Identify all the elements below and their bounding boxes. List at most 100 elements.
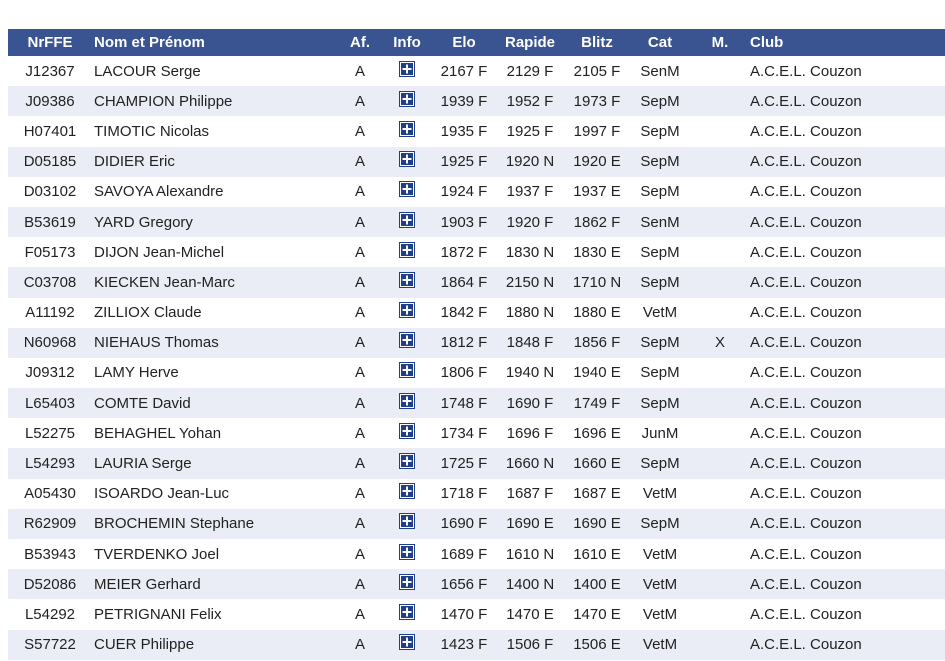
- cell-af: A: [354, 243, 365, 261]
- cell-m: [692, 630, 748, 660]
- header-af[interactable]: Af.: [340, 29, 380, 56]
- plus-square-icon[interactable]: [399, 543, 415, 560]
- plus-square-icon[interactable]: [399, 392, 415, 409]
- header-nom[interactable]: Nom et Prénom: [92, 29, 340, 56]
- cell-elo: 1690 F: [440, 515, 488, 533]
- cell-rapide: 1610 N: [505, 545, 555, 563]
- cell-info: [380, 147, 434, 177]
- cell-nom[interactable]: DIDIER Eric: [92, 147, 340, 177]
- cell-nom[interactable]: MEIER Gerhard: [92, 569, 340, 599]
- cell-af: A: [354, 183, 365, 201]
- cell-nom[interactable]: CHAMPION Philippe: [92, 86, 340, 116]
- cell-nom[interactable]: YARD Gregory: [92, 207, 340, 237]
- cell-info: [380, 479, 434, 509]
- table-row: A05430 ISOARDO Jean-Luc A 1718 F 1687 F 1687 …: [8, 478, 945, 509]
- cell-nom[interactable]: NIEHAUS Thomas: [92, 328, 340, 358]
- plus-square-icon[interactable]: [399, 573, 415, 590]
- cell-af: A: [354, 153, 365, 171]
- cell-nom[interactable]: TVERDENKO Joel: [92, 539, 340, 569]
- plus-square-icon[interactable]: [399, 211, 415, 228]
- cell-af: A: [354, 364, 365, 382]
- cell-m: [692, 509, 748, 539]
- cell-rapide: 2150 N: [505, 273, 555, 291]
- header-club[interactable]: Club: [748, 29, 945, 56]
- plus-square-icon[interactable]: [399, 634, 415, 651]
- cell-m: [692, 86, 748, 116]
- plus-square-icon[interactable]: [399, 120, 415, 137]
- plus-square-icon[interactable]: [399, 271, 415, 288]
- plus-square-icon[interactable]: [399, 90, 415, 107]
- cell-club: A.C.E.L. Couzon: [750, 334, 862, 352]
- cell-nom[interactable]: BROCHEMIN Stephane: [92, 509, 340, 539]
- plus-square-icon[interactable]: [399, 332, 415, 349]
- cell-nom[interactable]: KIECKEN Jean-Marc: [92, 267, 340, 297]
- header-m[interactable]: M.: [692, 29, 748, 56]
- cell-nrffe: D52086: [23, 575, 77, 593]
- cell-info: [380, 116, 434, 146]
- plus-square-icon[interactable]: [399, 151, 415, 168]
- plus-square-icon[interactable]: [399, 302, 415, 319]
- cell-info: [380, 509, 434, 539]
- cell-nom[interactable]: ZILLIOX Claude: [92, 298, 340, 328]
- plus-square-icon[interactable]: [399, 181, 415, 198]
- cell-nom[interactable]: SAVOYA Alexandre: [92, 177, 340, 207]
- cell-nom[interactable]: PETRIGNANI Felix: [92, 599, 340, 629]
- header-elo[interactable]: Elo: [434, 29, 494, 56]
- cell-af: A: [354, 122, 365, 140]
- table-row: F05173 DIJON Jean-Michel A 1872 F 1830 N 1830…: [8, 237, 945, 268]
- header-rapide[interactable]: Rapide: [494, 29, 566, 56]
- cell-rapide: 1925 F: [506, 122, 554, 140]
- cell-nrffe: A11192: [25, 304, 75, 322]
- cell-blitz: 1997 F: [573, 122, 621, 140]
- cell-m: [692, 298, 748, 328]
- plus-square-icon[interactable]: [399, 513, 415, 530]
- plus-square-icon[interactable]: [399, 422, 415, 439]
- plus-square-icon[interactable]: [399, 362, 415, 379]
- cell-club: A.C.E.L. Couzon: [750, 122, 862, 140]
- cell-club: A.C.E.L. Couzon: [750, 62, 862, 80]
- cell-cat: SepM: [640, 455, 680, 473]
- cell-cat: VetM: [642, 636, 678, 654]
- cell-nom[interactable]: DIJON Jean-Michel: [92, 237, 340, 267]
- cell-nom[interactable]: TIMOTIC Nicolas: [92, 116, 340, 146]
- cell-cat: SepM: [640, 153, 680, 171]
- cell-rapide: 1952 F: [506, 92, 554, 110]
- header-nrffe[interactable]: NrFFE: [8, 29, 92, 56]
- plus-square-icon[interactable]: [399, 241, 415, 258]
- cell-nom[interactable]: BEHAGHEL Yohan: [92, 418, 340, 448]
- cell-cat: SenM: [640, 213, 680, 231]
- cell-m: [692, 539, 748, 569]
- cell-info: [380, 237, 434, 267]
- cell-cat: VetM: [642, 304, 678, 322]
- header-cat[interactable]: Cat: [628, 29, 692, 56]
- cell-nom[interactable]: LAURIA Serge: [92, 448, 340, 478]
- cell-nom[interactable]: LAMY Herve: [92, 358, 340, 388]
- plus-square-icon[interactable]: [399, 60, 415, 77]
- header-blitz[interactable]: Blitz: [566, 29, 628, 56]
- table-row: L54292 PETRIGNANI Felix A 1470 F 1470 E 1470 …: [8, 599, 945, 630]
- cell-af: A: [354, 636, 365, 654]
- cell-nrffe: J09386: [25, 92, 75, 110]
- cell-nrffe: J12367: [25, 62, 75, 80]
- cell-nom[interactable]: LACOUR Serge: [92, 56, 340, 86]
- cell-af: A: [354, 394, 365, 412]
- cell-club: A.C.E.L. Couzon: [750, 545, 862, 563]
- cell-rapide: 1506 F: [506, 636, 554, 654]
- cell-nrffe: L52275: [24, 424, 76, 442]
- cell-nom[interactable]: CUER Philippe: [92, 630, 340, 660]
- cell-elo: 2167 F: [440, 62, 488, 80]
- cell-club: A.C.E.L. Couzon: [750, 394, 862, 412]
- cell-elo: 1718 F: [440, 485, 488, 503]
- cell-nom[interactable]: ISOARDO Jean-Luc: [92, 479, 340, 509]
- cell-af: A: [354, 213, 365, 231]
- players-table: NrFFE Nom et Prénom Af. Info Elo Rapide …: [8, 29, 945, 660]
- cell-af: A: [354, 304, 365, 322]
- cell-af: A: [354, 485, 365, 503]
- plus-square-icon[interactable]: [399, 483, 415, 500]
- plus-square-icon[interactable]: [399, 603, 415, 620]
- cell-elo: 1470 F: [440, 605, 488, 623]
- header-info[interactable]: Info: [380, 29, 434, 56]
- cell-nom[interactable]: COMTE David: [92, 388, 340, 418]
- plus-square-icon[interactable]: [399, 453, 415, 470]
- cell-info: [380, 418, 434, 448]
